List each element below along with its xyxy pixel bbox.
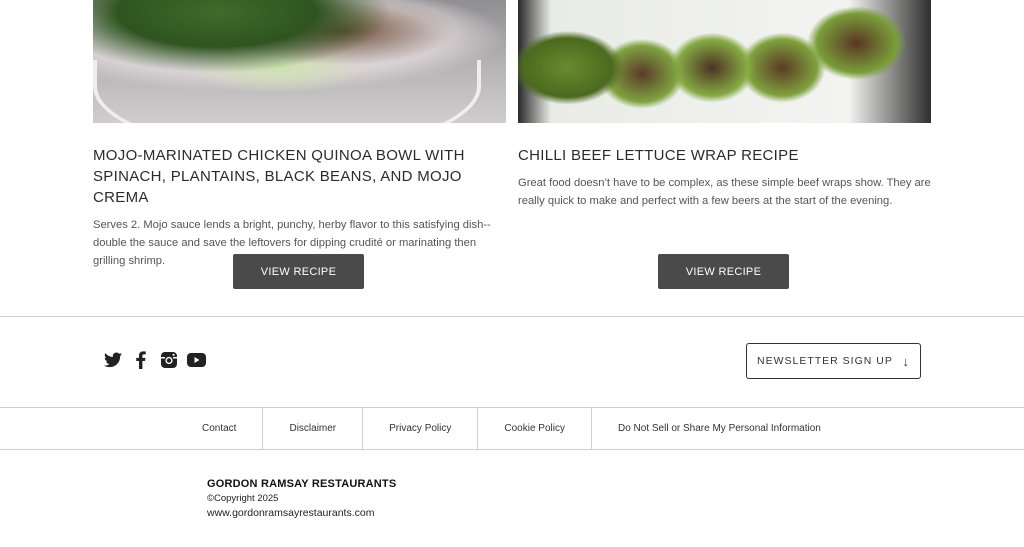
footer-divider bbox=[0, 316, 1024, 317]
view-recipe-button[interactable]: VIEW RECIPE bbox=[658, 254, 789, 289]
social-links bbox=[103, 350, 206, 369]
arrow-down-icon: ↓ bbox=[902, 353, 910, 369]
recipe-card: CHILLI BEEF LETTUCE WRAP RECIPE Great fo… bbox=[518, 0, 931, 289]
recipe-image-lettuce-wraps[interactable] bbox=[518, 0, 931, 123]
footer-link-contact[interactable]: Contact bbox=[189, 408, 262, 449]
company-name: GORDON RAMSAY RESTAURANTS bbox=[207, 478, 397, 490]
newsletter-label: NEWSLETTER SIGN UP bbox=[757, 355, 893, 367]
recipe-image-quinoa-bowl[interactable] bbox=[93, 0, 506, 123]
copyright-text: ©Copyright 2025 bbox=[207, 493, 279, 504]
twitter-icon[interactable] bbox=[103, 350, 122, 369]
recipe-description: Great food doesn’t have to be complex, a… bbox=[518, 177, 931, 207]
youtube-icon[interactable] bbox=[187, 350, 206, 369]
recipe-grid: MOJO-MARINATED CHICKEN QUINOA BOWL WITH … bbox=[0, 0, 1024, 316]
footer-link-privacy-policy[interactable]: Privacy Policy bbox=[362, 408, 477, 449]
company-info: GORDON RAMSAY RESTAURANTS ©Copyright 202… bbox=[207, 478, 396, 519]
recipe-title[interactable]: CHILLI BEEF LETTUCE WRAP RECIPE bbox=[518, 145, 931, 166]
instagram-icon[interactable] bbox=[159, 350, 178, 369]
footer-link-disclaimer[interactable]: Disclaimer bbox=[262, 408, 362, 449]
footer-link-cookie-policy[interactable]: Cookie Policy bbox=[477, 408, 591, 449]
company-website: www.gordonramsayrestaurants.com bbox=[207, 507, 375, 519]
bowl-rim bbox=[93, 60, 481, 123]
recipe-card: MOJO-MARINATED CHICKEN QUINOA BOWL WITH … bbox=[93, 0, 506, 289]
recipe-title[interactable]: MOJO-MARINATED CHICKEN QUINOA BOWL WITH … bbox=[93, 145, 506, 208]
footer-link-do-not-sell[interactable]: Do Not Sell or Share My Personal Informa… bbox=[590, 408, 847, 449]
facebook-icon[interactable] bbox=[131, 350, 150, 369]
newsletter-signup-button[interactable]: NEWSLETTER SIGN UP ↓ bbox=[746, 343, 921, 379]
view-recipe-button[interactable]: VIEW RECIPE bbox=[233, 254, 364, 289]
footer-links-bar: Contact Disclaimer Privacy Policy Cookie… bbox=[0, 407, 1024, 450]
